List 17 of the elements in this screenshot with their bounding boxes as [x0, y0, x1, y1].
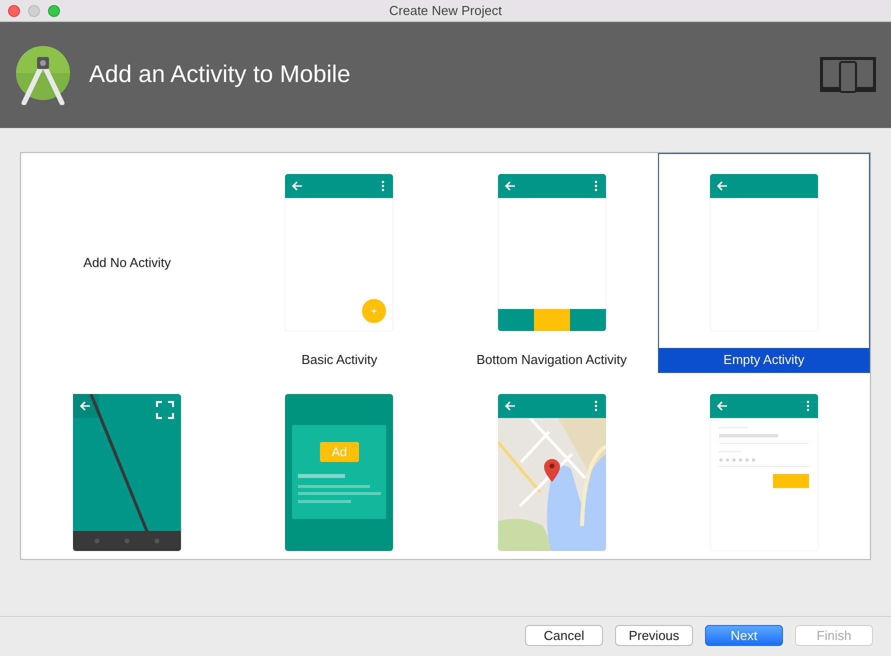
template-tile[interactable]: Basic Activity — [233, 153, 446, 373]
template-label: Basic Activity — [300, 351, 378, 369]
template-tile[interactable]: Add No Activity — [21, 153, 234, 373]
window-title: Create New Project — [389, 2, 502, 20]
dialog-button[interactable]: Cancel — [525, 625, 603, 646]
template-label: Bottom Navigation Activity — [475, 351, 628, 369]
device-icon — [820, 57, 876, 93]
template-tile[interactable]: Empty Activity — [658, 153, 870, 373]
zoom-button[interactable] — [48, 4, 60, 16]
ad-activity-drawing: Ad — [285, 394, 394, 551]
template-label: Empty Activity — [658, 348, 869, 372]
dialog-button[interactable]: Previous — [615, 625, 693, 646]
template-label: Add No Activity — [83, 254, 171, 272]
android-logo-icon — [15, 45, 71, 105]
template-tile[interactable]: Bottom Navigation Activity — [446, 153, 658, 373]
page-heading: Add an Activity to Mobile — [89, 60, 350, 90]
close-button[interactable] — [8, 4, 20, 16]
